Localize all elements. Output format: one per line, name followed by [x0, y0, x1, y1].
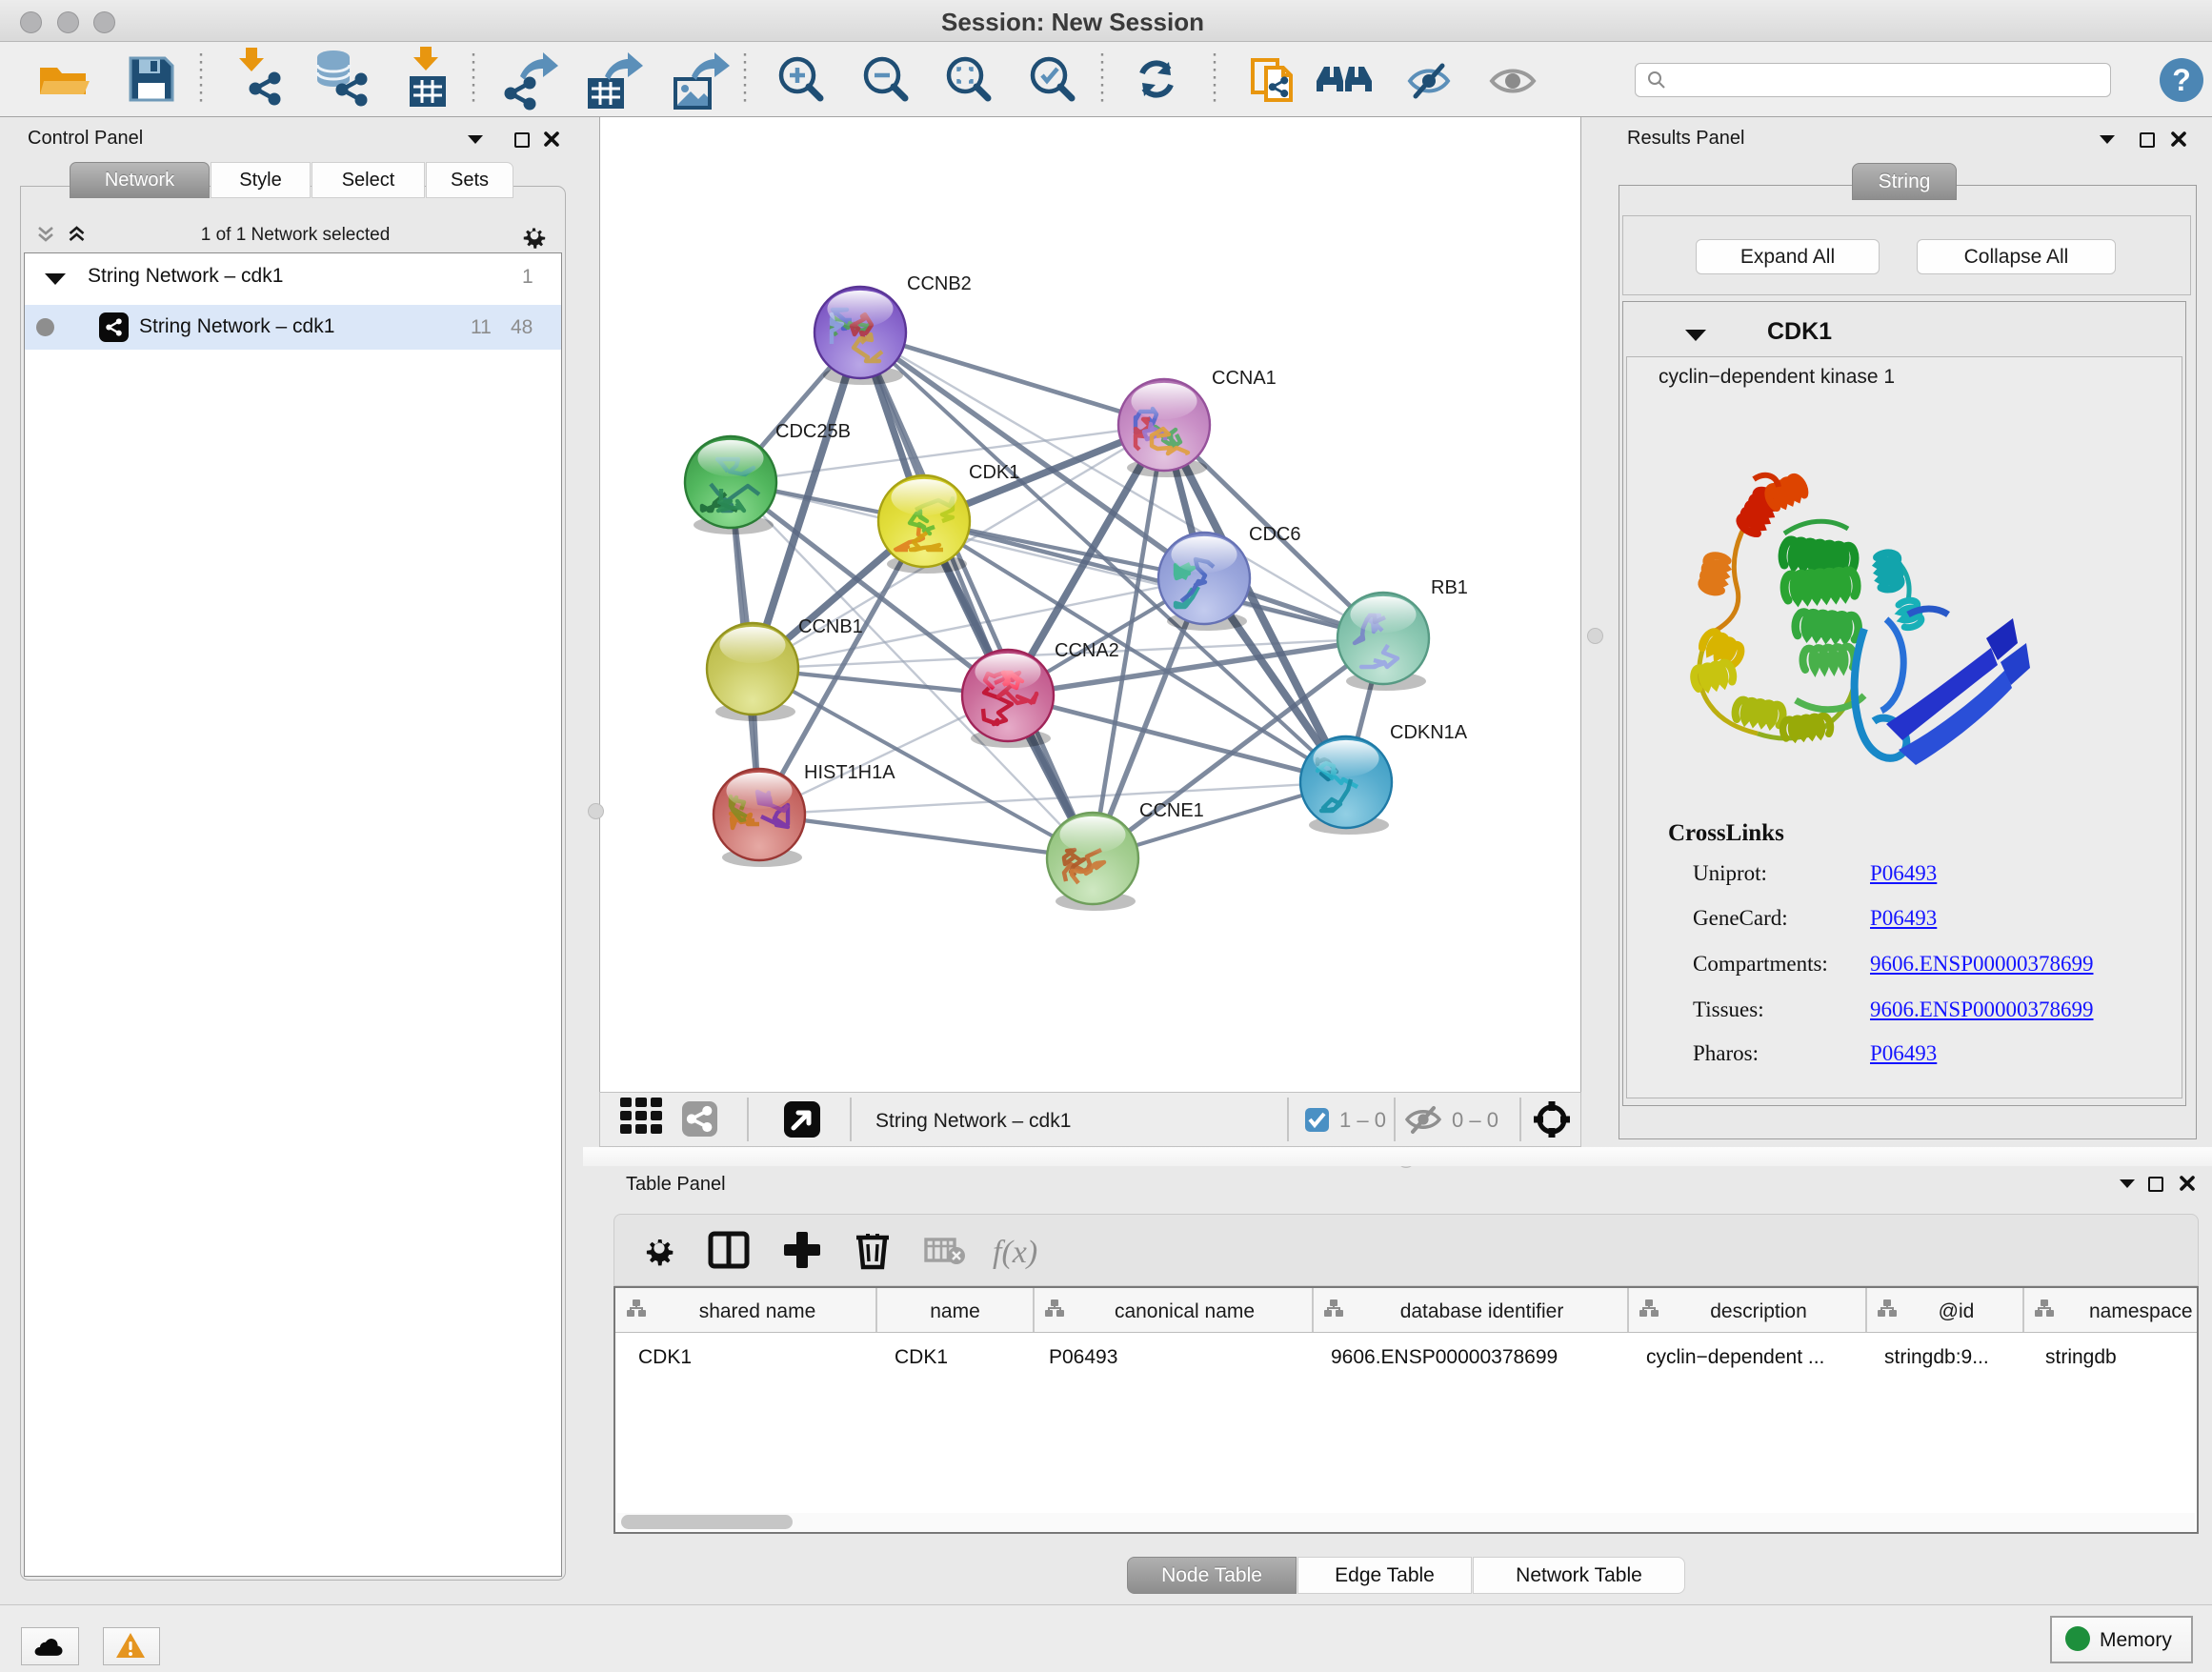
- svg-text:CDK1: CDK1: [895, 1346, 948, 1368]
- svg-text:description: description: [1710, 1300, 1807, 1322]
- svg-text:namespace: namespace: [2089, 1300, 2193, 1322]
- svg-text:stringdb:9...: stringdb:9...: [1884, 1346, 1989, 1368]
- svg-text:P06493: P06493: [1049, 1346, 1117, 1368]
- svg-text:canonical name: canonical name: [1115, 1300, 1255, 1322]
- svg-text:database identifier: database identifier: [1400, 1300, 1564, 1322]
- svg-text:@id: @id: [1939, 1300, 1975, 1322]
- svg-text:9606.ENSP00000378699: 9606.ENSP00000378699: [1331, 1346, 1558, 1368]
- svg-text:cyclin−dependent ...: cyclin−dependent ...: [1646, 1346, 1824, 1368]
- svg-text:stringdb: stringdb: [2045, 1346, 2117, 1368]
- svg-text:shared name: shared name: [699, 1300, 816, 1322]
- svg-text:name: name: [930, 1300, 980, 1322]
- svg-text:CDK1: CDK1: [638, 1346, 692, 1368]
